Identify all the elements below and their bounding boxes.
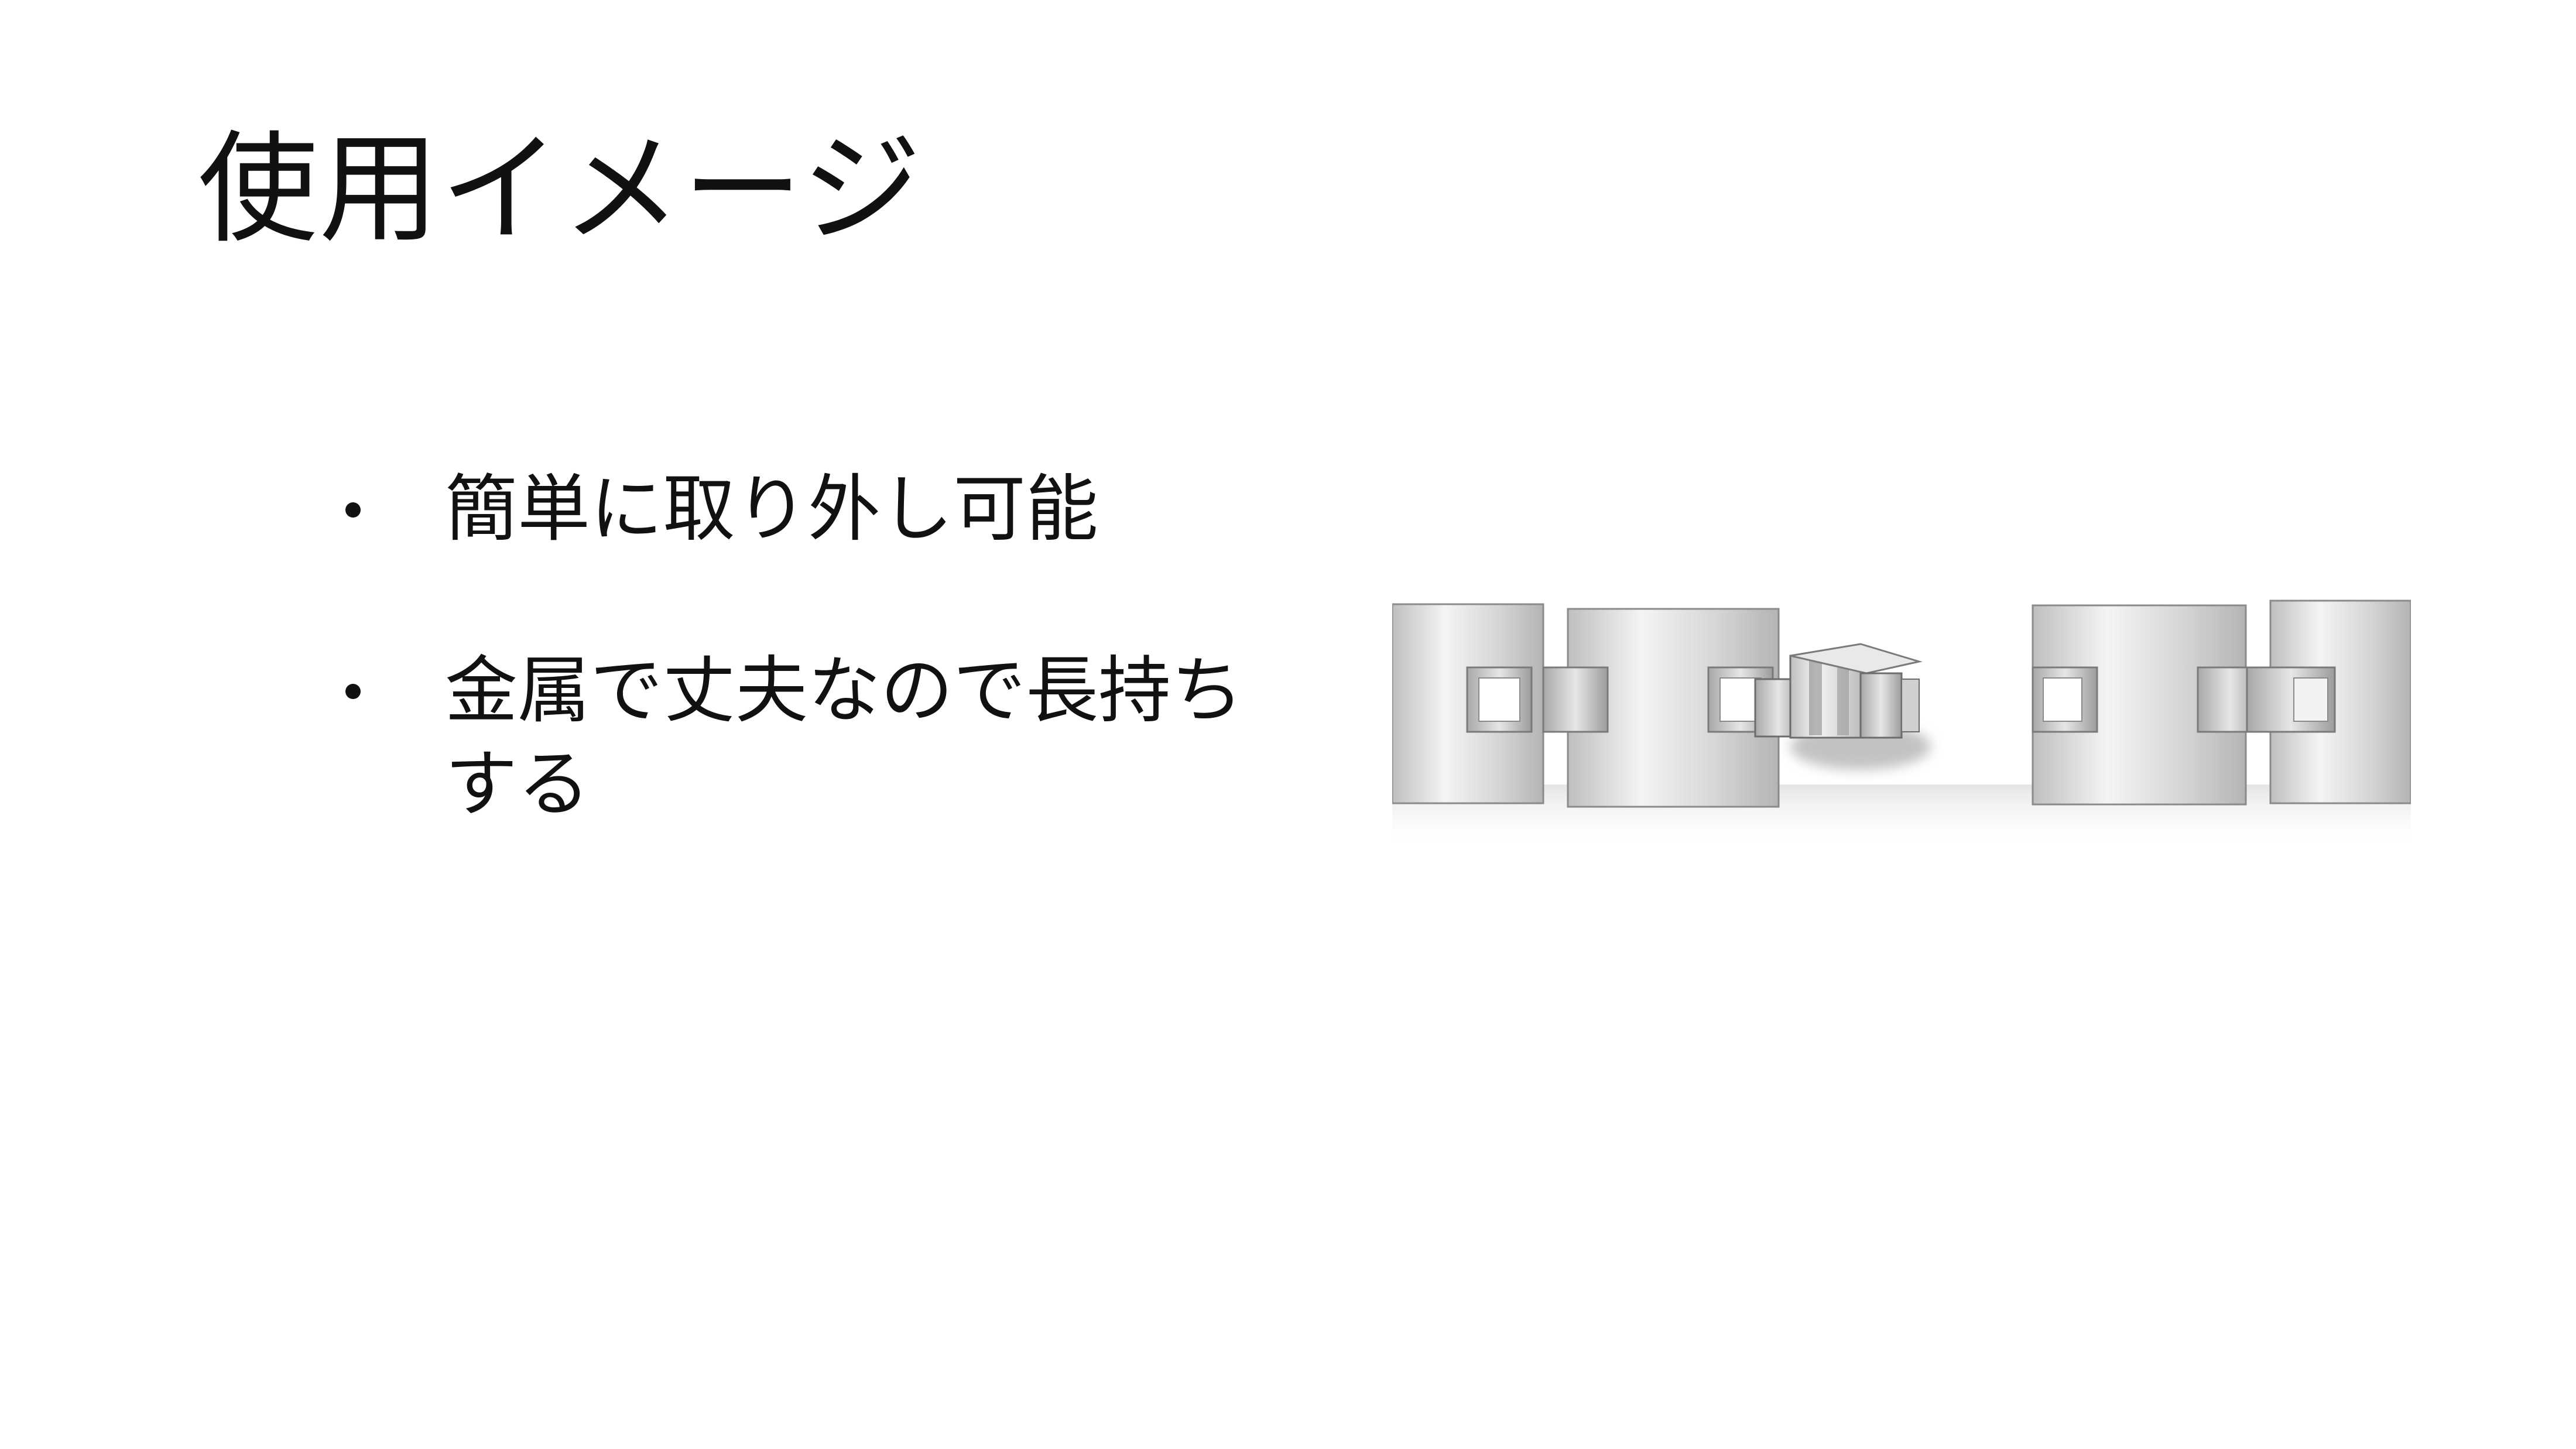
- bullet-dot-icon: [345, 502, 361, 518]
- bullet-item: 金属で丈夫なので長持ちする: [340, 644, 1288, 831]
- right-link-1: [2032, 604, 2263, 806]
- bullet-list: 簡単に取り外し可能 金属で丈夫なので長持ちする: [340, 463, 1288, 919]
- left-link-2: [1542, 608, 1780, 808]
- slide: 使用イメージ 簡単に取り外し可能 金属で丈夫なので長持ちする: [0, 0, 2576, 1449]
- right-link-2: [2246, 600, 2411, 804]
- metal-bracelet-links-image: [1392, 600, 2411, 849]
- bullet-item: 簡単に取り外し可能: [340, 463, 1288, 556]
- slide-title: 使用イメージ: [198, 120, 923, 259]
- floor-shadow: [1392, 785, 2411, 849]
- bullet-text: 簡単に取り外し可能: [445, 467, 1099, 551]
- left-link-1: [1392, 603, 1544, 804]
- clasp: [1754, 643, 1931, 770]
- bullet-dot-icon: [345, 684, 361, 699]
- bullet-text: 金属で丈夫なので長持ちする: [445, 649, 1244, 827]
